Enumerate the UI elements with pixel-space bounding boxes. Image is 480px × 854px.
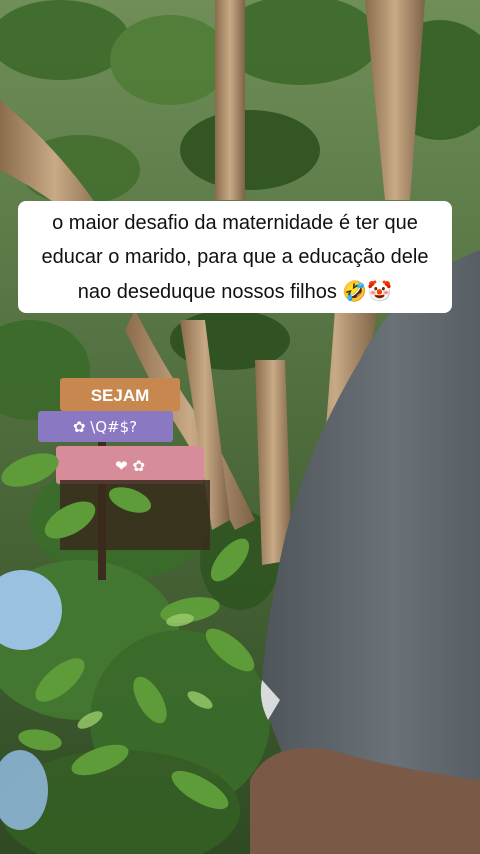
caption-box: o maior desafio da maternidade é ter que…: [18, 201, 452, 313]
garden-photo: SEJAM ✿ \Q#$? ❤ ✿: [0, 0, 480, 854]
sign-top-text: SEJAM: [91, 386, 150, 405]
caption-text: o maior desafio da maternidade é ter que…: [28, 206, 442, 309]
sign-middle-text: ✿ \Q#$?: [73, 418, 137, 436]
laughing-clown-emoji: 🤣🤡: [342, 278, 393, 303]
sign-bottom-text: ❤ ✿: [115, 457, 145, 475]
